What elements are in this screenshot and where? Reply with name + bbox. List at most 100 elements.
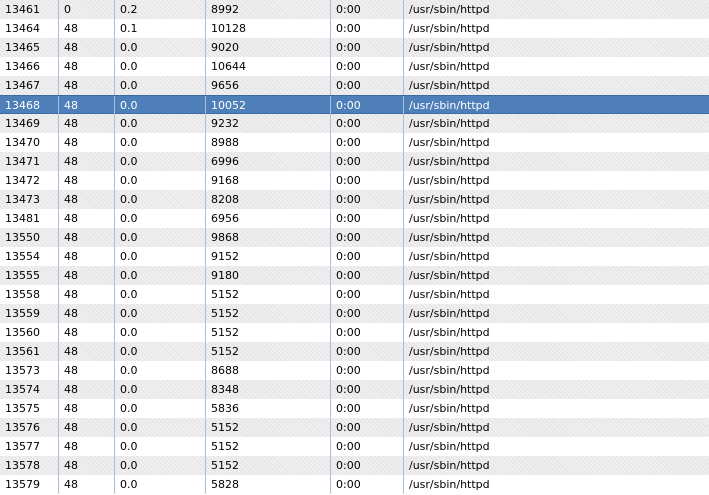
table-row[interactable]: 13554 48 0.0 9152 0:00/usr/sbin/httpd [0,247,709,266]
time-cell: 0:00 [331,437,404,456]
pid-cell: 13579 [0,475,59,494]
table-row[interactable]: 13574 48 0.0 8348 0:00/usr/sbin/httpd [0,380,709,399]
command-cell: /usr/sbin/httpd [409,459,490,472]
table-row[interactable]: 13577 48 0.0 5152 0:00/usr/sbin/httpd [0,437,709,456]
uid-cell: 48 [59,96,115,115]
cpu-cell: 0.0 [115,380,206,399]
pid-cell: 13461 [0,0,59,19]
command-cell: /usr/sbin/httpd [409,155,490,168]
memory-cell: 6956 [206,209,331,228]
table-row[interactable]: 13467 48 0.0 9656 0:00/usr/sbin/httpd [0,76,709,95]
table-row[interactable]: 13575 48 0.0 5836 0:00/usr/sbin/httpd [0,399,709,418]
pid-cell: 13464 [0,19,59,38]
cpu-cell: 0.0 [115,418,206,437]
table-row[interactable]: 13473 48 0.0 8208 0:00/usr/sbin/httpd [0,190,709,209]
pid-cell: 13578 [0,456,59,475]
pid-cell: 13574 [0,380,59,399]
command-cell: /usr/sbin/httpd [409,250,490,263]
table-row-selected[interactable]: 13468 48 0.0 10052 0:00/usr/sbin/httpd [0,95,709,115]
memory-cell: 9868 [206,228,331,247]
memory-cell: 5828 [206,475,331,494]
command-cell: /usr/sbin/httpd [409,402,490,415]
uid-cell: 48 [59,190,115,209]
cpu-cell: 0.1 [115,19,206,38]
table-row[interactable]: 13578 48 0.0 5152 0:00/usr/sbin/httpd [0,456,709,475]
table-row[interactable]: 13558 48 0.0 5152 0:00/usr/sbin/httpd [0,285,709,304]
table-row[interactable]: 13464 48 0.1 10128 0:00/usr/sbin/httpd [0,19,709,38]
cpu-cell: 0.0 [115,456,206,475]
memory-cell: 9020 [206,38,331,57]
uid-cell: 48 [59,342,115,361]
cpu-cell: 0.0 [115,285,206,304]
pid-cell: 13550 [0,228,59,247]
table-row[interactable]: 13576 48 0.0 5152 0:00/usr/sbin/httpd [0,418,709,437]
uid-cell: 48 [59,57,115,76]
time-cell: 0:00 [331,190,404,209]
time-cell: 0:00 [331,19,404,38]
uid-cell: 48 [59,418,115,437]
time-cell: 0:00 [331,399,404,418]
table-row[interactable]: 13573 48 0.0 8688 0:00/usr/sbin/httpd [0,361,709,380]
table-row[interactable]: 13555 48 0.0 9180 0:00/usr/sbin/httpd [0,266,709,285]
table-row[interactable]: 13559 48 0.0 5152 0:00/usr/sbin/httpd [0,304,709,323]
uid-cell: 48 [59,380,115,399]
command-cell: /usr/sbin/httpd [409,193,490,206]
memory-cell: 8348 [206,380,331,399]
table-row[interactable]: 13561 48 0.0 5152 0:00/usr/sbin/httpd [0,342,709,361]
memory-cell: 8688 [206,361,331,380]
command-cell: /usr/sbin/httpd [409,364,490,377]
table-row[interactable]: 13466 48 0.0 10644 0:00/usr/sbin/httpd [0,57,709,76]
pid-cell: 13472 [0,171,59,190]
uid-cell: 48 [59,456,115,475]
time-cell: 0:00 [331,247,404,266]
table-row[interactable]: 13461 0 0.2 8992 0:00/usr/sbin/httpd [0,0,709,19]
memory-cell: 8208 [206,190,331,209]
table-row[interactable]: 13550 48 0.0 9868 0:00/usr/sbin/httpd [0,228,709,247]
pid-cell: 13473 [0,190,59,209]
time-cell: 0:00 [331,152,404,171]
pid-cell: 13470 [0,133,59,152]
command-cell: /usr/sbin/httpd [409,231,490,244]
time-cell: 0:00 [331,361,404,380]
table-row[interactable]: 13465 48 0.0 9020 0:00/usr/sbin/httpd [0,38,709,57]
cpu-cell: 0.0 [115,38,206,57]
table-row[interactable]: 13471 48 0.0 6996 0:00/usr/sbin/httpd [0,152,709,171]
table-row[interactable]: 13579 48 0.0 5828 0:00/usr/sbin/httpd [0,475,709,494]
pid-cell: 13554 [0,247,59,266]
table-row[interactable]: 13469 48 0.0 9232 0:00/usr/sbin/httpd [0,114,709,133]
table-row[interactable]: 13470 48 0.0 8988 0:00/usr/sbin/httpd [0,133,709,152]
time-cell: 0:00 [331,133,404,152]
memory-cell: 5836 [206,399,331,418]
table-row[interactable]: 13481 48 0.0 6956 0:00/usr/sbin/httpd [0,209,709,228]
cpu-cell: 0.0 [115,437,206,456]
cpu-cell: 0.0 [115,76,206,95]
command-cell: /usr/sbin/httpd [409,79,490,92]
time-cell: 0:00 [331,285,404,304]
command-cell: /usr/sbin/httpd [409,288,490,301]
pid-cell: 13555 [0,266,59,285]
pid-cell: 13559 [0,304,59,323]
command-cell: /usr/sbin/httpd [409,326,490,339]
command-cell: /usr/sbin/httpd [409,269,490,282]
command-cell: /usr/sbin/httpd [409,421,490,434]
time-cell: 0:00 [331,418,404,437]
command-cell: /usr/sbin/httpd [409,60,490,73]
command-cell: /usr/sbin/httpd [409,41,490,54]
time-cell: 0:00 [331,228,404,247]
time-cell: 0:00 [331,323,404,342]
uid-cell: 48 [59,152,115,171]
pid-cell: 13560 [0,323,59,342]
cpu-cell: 0.0 [115,190,206,209]
cpu-cell: 0.0 [115,323,206,342]
memory-cell: 9168 [206,171,331,190]
memory-cell: 8992 [206,0,331,19]
memory-cell: 9656 [206,76,331,95]
memory-cell: 5152 [206,304,331,323]
table-row[interactable]: 13560 48 0.0 5152 0:00/usr/sbin/httpd [0,323,709,342]
table-row[interactable]: 13472 48 0.0 9168 0:00/usr/sbin/httpd [0,171,709,190]
uid-cell: 48 [59,133,115,152]
time-cell: 0:00 [331,114,404,133]
cpu-cell: 0.0 [115,114,206,133]
time-cell: 0:00 [331,475,404,494]
uid-cell: 48 [59,304,115,323]
